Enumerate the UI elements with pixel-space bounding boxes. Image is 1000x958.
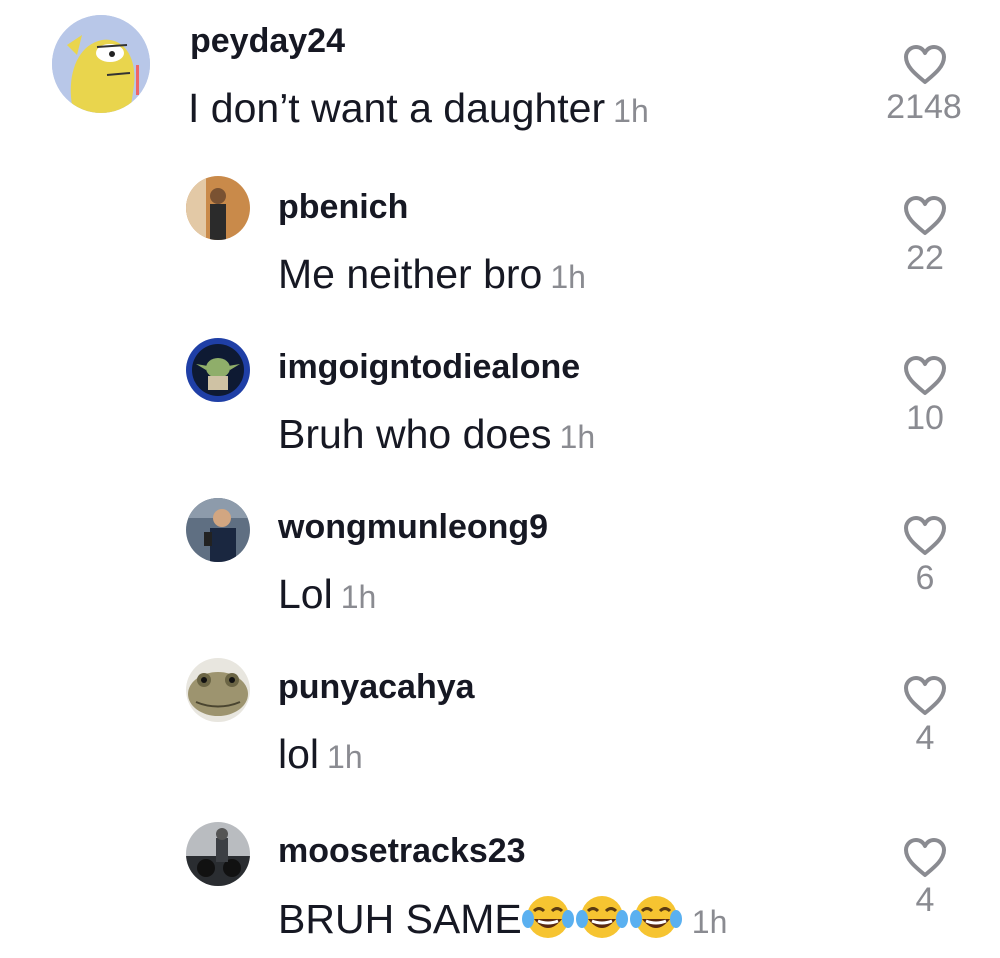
like-count: 2148 [886, 88, 962, 126]
reply-item: imgoigntodiealone Bruh who does 1h 10 [0, 310, 1000, 470]
comment-body: I don’t want a daughter [188, 85, 606, 131]
comment-body: BRUH SAME [278, 896, 522, 942]
comment-body: Lol [278, 571, 333, 617]
comment-time: 1h [340, 579, 377, 615]
like-button[interactable]: 4 [875, 675, 975, 758]
heart-icon [904, 676, 946, 715]
comment-text: Me neither bro 1h [278, 251, 586, 298]
comment-time: 1h [691, 904, 728, 940]
comment-item: peyday24 I don’t want a daughter 1h 2148 [0, 0, 1000, 150]
like-count: 4 [915, 881, 935, 919]
comment-time: 1h [613, 93, 649, 129]
like-button[interactable]: 2148 [875, 44, 975, 127]
comment-username[interactable]: peyday24 [190, 22, 345, 61]
comment-username[interactable]: wongmunleong9 [278, 508, 548, 547]
reply-item: pbenich Me neither bro 1h 22 [0, 150, 1000, 310]
tears-of-joy-emoji [521, 893, 574, 951]
like-count: 4 [915, 719, 935, 757]
comment-text: BRUH SAME 1h [278, 893, 727, 951]
person-photo-avatar[interactable] [186, 176, 250, 240]
reply-item: wongmunleong9 Lol 1h 6 [0, 470, 1000, 630]
frog-avatar[interactable] [186, 658, 250, 722]
comment-username[interactable]: punyacahya [278, 668, 475, 707]
heart-icon [904, 356, 946, 395]
comment-text: lol 1h [278, 731, 363, 778]
like-button[interactable]: 4 [875, 837, 975, 920]
like-button[interactable]: 10 [875, 355, 975, 438]
heart-icon [904, 45, 946, 84]
selfie-avatar[interactable] [186, 498, 250, 562]
comment-time: 1h [327, 739, 363, 775]
heart-icon [904, 838, 946, 877]
comment-time: 1h [559, 419, 596, 455]
heart-icon [904, 196, 946, 235]
like-count: 6 [915, 559, 935, 597]
comment-username[interactable]: moosetracks23 [278, 832, 526, 871]
motorbike-avatar[interactable] [186, 822, 250, 886]
comment-body: Me neither bro [278, 251, 543, 297]
comment-text: I don’t want a daughter 1h [188, 85, 649, 132]
like-count: 10 [906, 399, 944, 437]
tears-of-joy-emoji [575, 893, 628, 951]
like-button[interactable]: 6 [875, 515, 975, 598]
heart-icon [904, 516, 946, 555]
yoda-avatar[interactable] [186, 338, 250, 402]
tears-of-joy-emoji [629, 893, 682, 951]
reply-item: punyacahya lol 1h 4 [0, 630, 1000, 790]
comment-text: Lol 1h [278, 571, 376, 618]
comment-body: Bruh who does [278, 411, 552, 457]
comment-username[interactable]: imgoigntodiealone [278, 348, 580, 387]
like-button[interactable]: 22 [875, 195, 975, 278]
like-count: 22 [906, 239, 944, 277]
fish-avatar[interactable] [52, 15, 150, 113]
reply-item: moosetracks23 BRUH SAME 1h 4 [0, 790, 1000, 958]
comment-text: Bruh who does 1h [278, 411, 595, 458]
comment-time: 1h [550, 259, 586, 295]
comment-username[interactable]: pbenich [278, 188, 408, 227]
comment-body: lol [278, 731, 320, 777]
